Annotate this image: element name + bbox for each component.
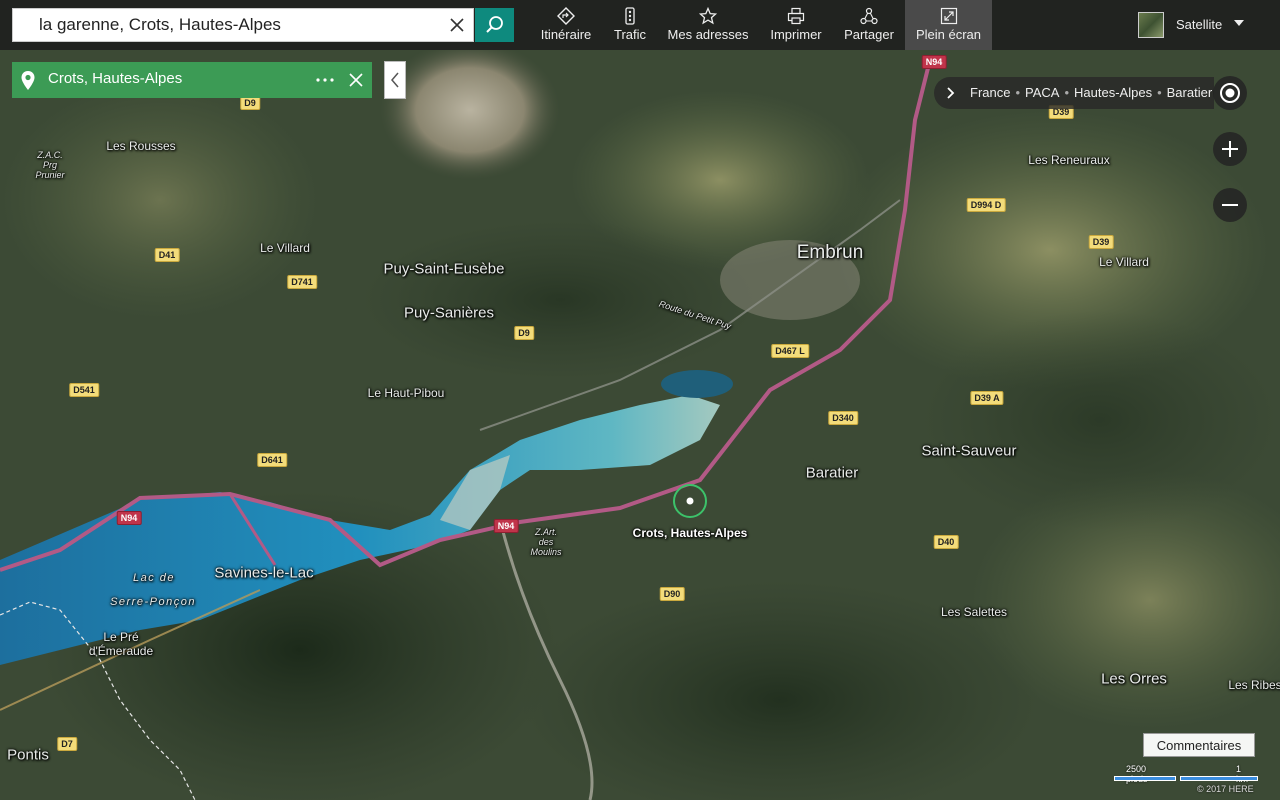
road-shield: D40	[933, 535, 959, 549]
zoom-out-button[interactable]	[1213, 188, 1247, 222]
close-icon[interactable]	[344, 68, 368, 92]
place-label: Le Pré	[103, 630, 139, 644]
road-shield: D39 A	[970, 391, 1004, 405]
chevron-left-icon	[391, 72, 399, 88]
location-card[interactable]: Crots, Hautes-Alpes	[12, 62, 372, 98]
search-icon	[486, 16, 503, 33]
road-shield: N94	[116, 511, 142, 525]
chevron-right-icon[interactable]	[938, 81, 962, 105]
road-shield: D340	[828, 411, 858, 425]
road-shield: D741	[287, 275, 317, 289]
road-shield: D9	[514, 326, 534, 340]
place-label: Savines-le-Lac	[214, 564, 314, 582]
place-label: Pontis	[7, 746, 49, 764]
feedback-button[interactable]: Commentaires	[1143, 733, 1255, 757]
fullscreen-button[interactable]: Plein écran	[905, 0, 992, 50]
pin-label[interactable]: Crots, Hautes-Alpes	[633, 526, 748, 540]
road-shield: D9	[240, 96, 260, 110]
breadcrumb-item[interactable]: Hautes-Alpes	[1074, 85, 1152, 100]
water-label: Serre-Ponçon	[110, 596, 196, 608]
scale-imperial-label: 2500 pieds	[1126, 764, 1148, 784]
breadcrumb-item[interactable]: Baratier	[1167, 85, 1213, 100]
printer-icon	[787, 7, 805, 25]
breadcrumb-item[interactable]: France	[970, 85, 1010, 100]
more-options-icon[interactable]	[308, 64, 342, 96]
traffic-light-icon	[625, 7, 635, 25]
fullscreen-icon	[940, 7, 957, 25]
search-button[interactable]	[475, 8, 514, 42]
place-label: Embrun	[796, 242, 864, 263]
satellite-thumbnail	[1138, 12, 1164, 38]
place-label: Le Haut-Pibou	[367, 386, 445, 400]
toolbar-label: Plein écran	[915, 27, 982, 42]
breadcrumb-separator: •	[1157, 85, 1162, 100]
place-label: Les Orres	[1101, 670, 1167, 688]
copyright-text: © 2017 HERE	[1197, 784, 1254, 794]
toolbar-label: Partager	[844, 27, 894, 42]
road-shield: D39	[1088, 235, 1114, 249]
place-label: Le Villard	[260, 241, 310, 255]
road-shield: D90	[659, 587, 685, 601]
breadcrumb-separator: •	[1015, 85, 1021, 100]
toolbar-label: Itinéraire	[540, 27, 592, 42]
search-box	[12, 8, 474, 42]
place-label: Les Reneuraux	[1028, 153, 1110, 167]
breadcrumb: France • PACA • Hautes-Alpes • Baratier	[934, 77, 1214, 109]
breadcrumb-item[interactable]: PACA	[1025, 85, 1059, 100]
plus-icon	[1222, 141, 1238, 157]
zone-label: Z.Art. des Moulins	[530, 527, 562, 557]
directions-icon	[557, 7, 575, 25]
locate-me-button[interactable]	[1213, 76, 1247, 110]
map-style-label: Satellite	[1176, 17, 1223, 32]
location-card-title: Crots, Hautes-Alpes	[48, 70, 183, 87]
scale-metric-bar	[1180, 776, 1258, 781]
collapse-panel-button[interactable]	[384, 61, 406, 99]
chevron-down-icon	[1234, 20, 1244, 26]
road-shield: D7	[57, 737, 77, 751]
road-shield: D541	[69, 383, 99, 397]
place-label: Le Villard	[1099, 255, 1149, 269]
minus-icon	[1222, 204, 1238, 206]
toolbar-label: Trafic	[613, 27, 647, 42]
close-icon[interactable]	[445, 13, 469, 37]
share-button[interactable]: Partager	[838, 0, 900, 50]
satellite-map[interactable]	[0, 0, 1280, 800]
search-input[interactable]	[13, 9, 443, 41]
road-shield: D641	[257, 453, 287, 467]
star-icon	[699, 7, 717, 25]
place-label: Les Rousses	[106, 139, 176, 153]
place-label: Saint-Sauveur	[921, 442, 1017, 460]
place-label: Puy-Saint-Eusèbe	[383, 260, 505, 278]
place-label: Les Salettes	[940, 605, 1008, 619]
print-button[interactable]: Imprimer	[764, 0, 828, 50]
my-places-button[interactable]: Mes adresses	[660, 0, 756, 50]
scale-metric-label: 1 km	[1236, 764, 1248, 784]
toolbar-label: Imprimer	[770, 27, 822, 42]
place-label: Les Ribes	[1228, 678, 1280, 692]
toolbar-label: Mes adresses	[667, 27, 749, 42]
share-icon	[860, 7, 878, 25]
traffic-button[interactable]: Trafic	[606, 0, 654, 50]
road-shield: N94	[493, 519, 519, 533]
road-shield: N94	[921, 55, 947, 69]
place-label: Puy-Sanières	[403, 304, 495, 322]
zoom-in-button[interactable]	[1213, 132, 1247, 166]
place-label: d'Émeraude	[88, 644, 154, 658]
water-label: Lac de	[132, 572, 176, 584]
top-toolbar: Itinéraire Trafic Mes adresses Imprimer …	[0, 0, 1280, 50]
road-shield: D41	[154, 248, 180, 262]
location-pin-icon	[21, 71, 35, 90]
road-shield: D994 D	[966, 198, 1006, 212]
directions-button[interactable]: Itinéraire	[530, 0, 602, 50]
target-icon	[1220, 83, 1240, 103]
place-label: Baratier	[805, 464, 859, 482]
scale-imperial-bar	[1114, 776, 1176, 781]
breadcrumb-separator: •	[1064, 85, 1070, 100]
road-shield: D467 L	[771, 344, 809, 358]
zone-label: Z.A.C. Prg Prunier	[35, 150, 65, 180]
